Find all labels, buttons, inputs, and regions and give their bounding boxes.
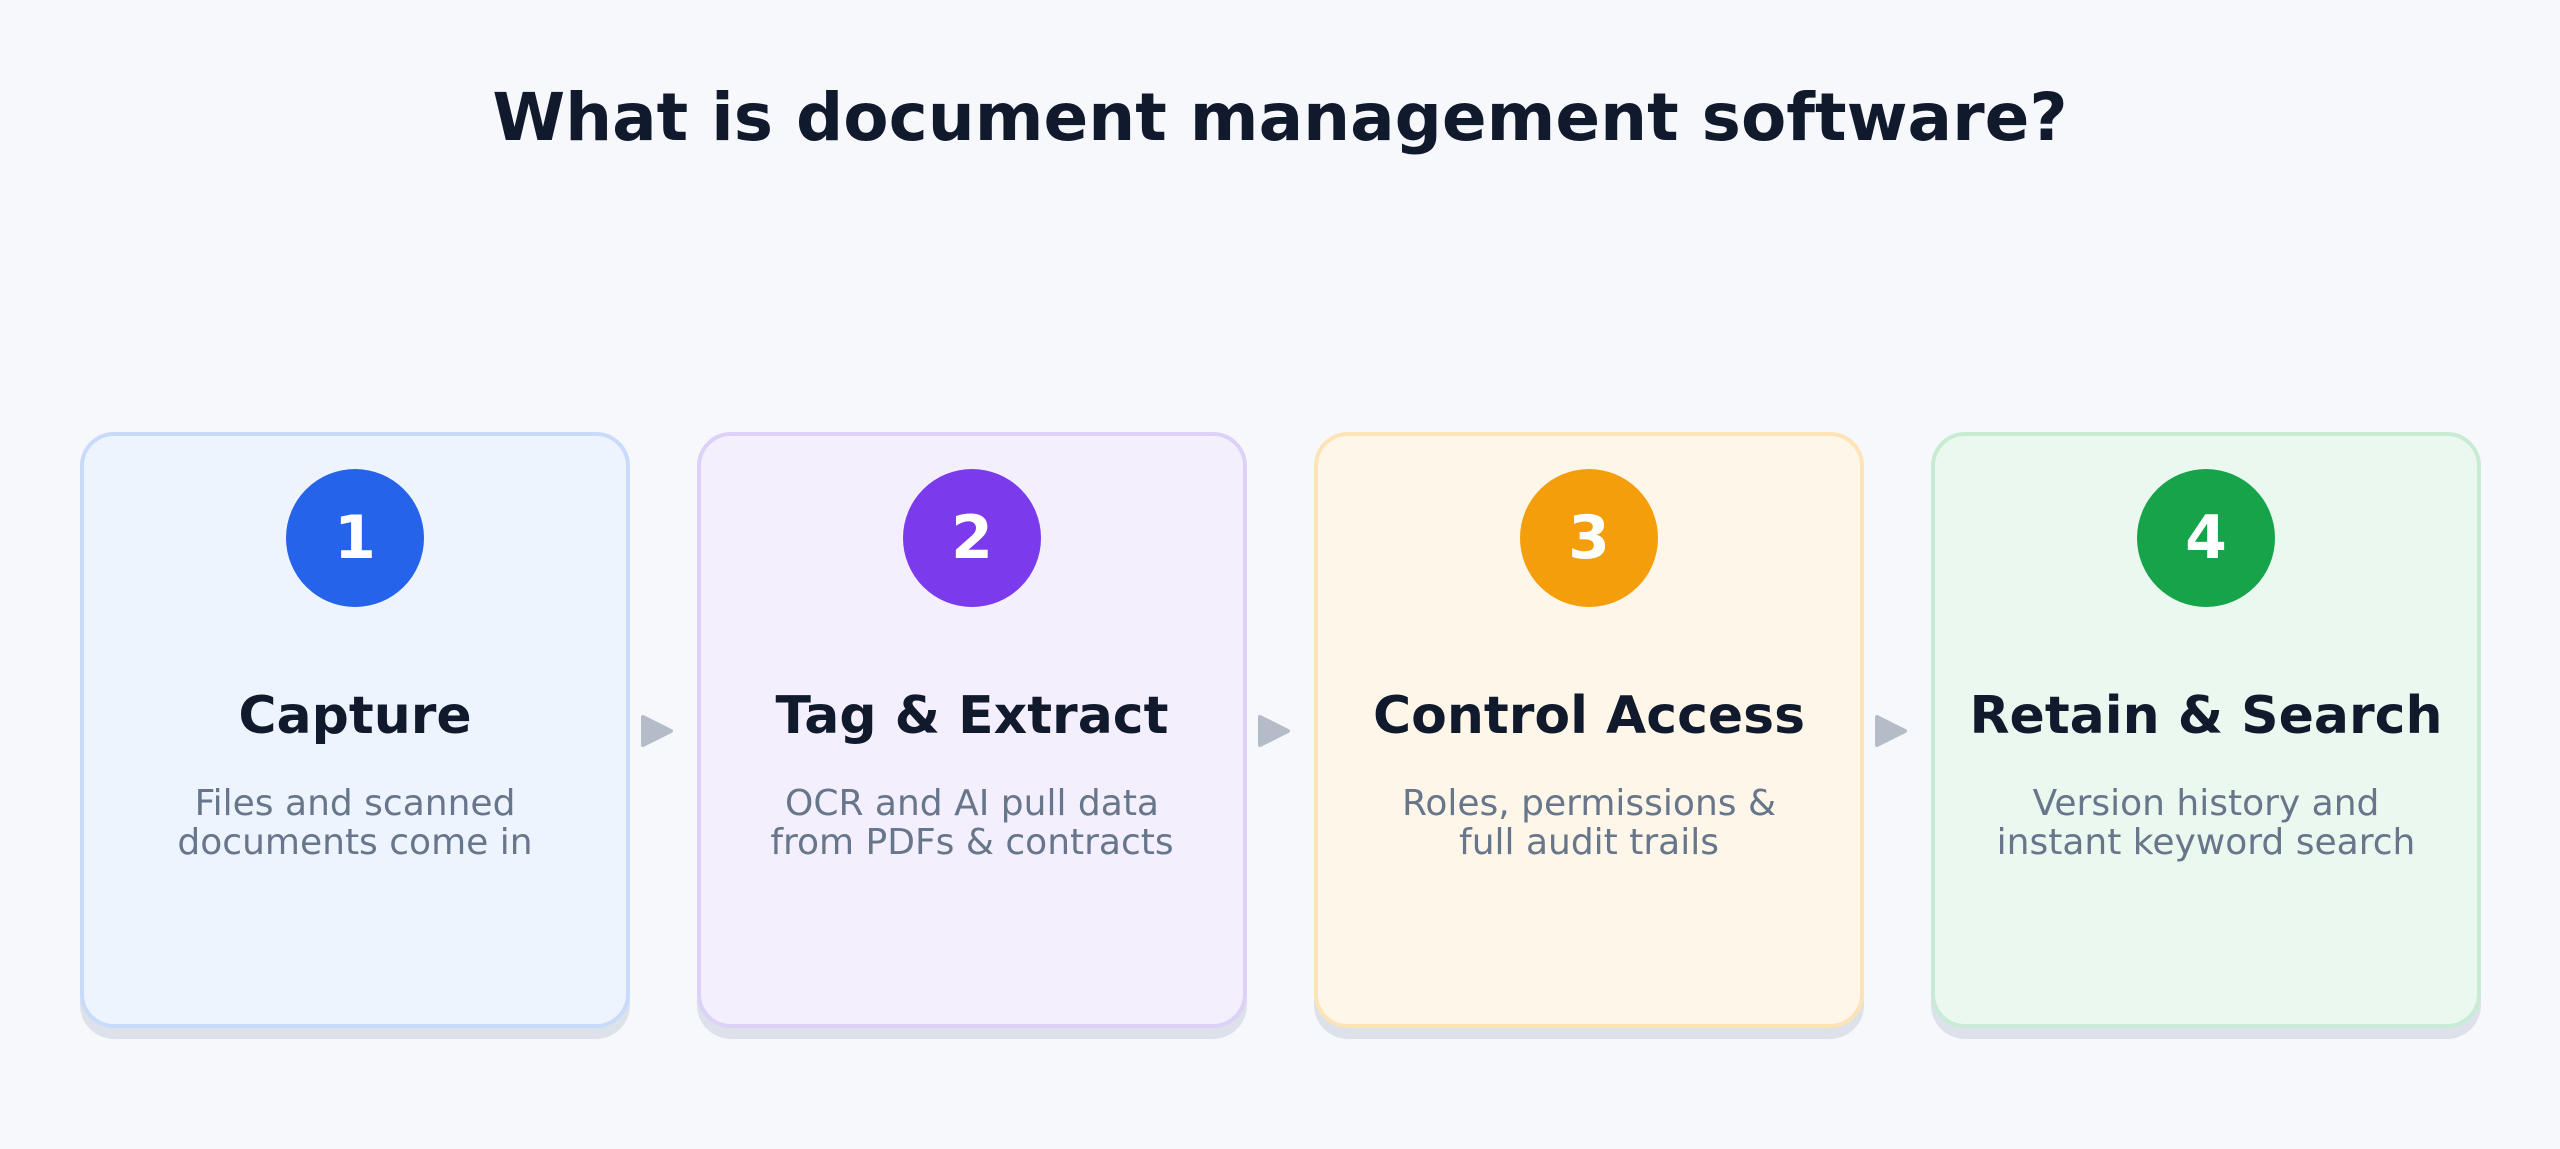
step-card-capture: 1 Capture Files and scanned documents co… xyxy=(80,432,630,1039)
step-description: OCR and AI pull data from PDFs & contrac… xyxy=(721,784,1223,862)
arrow-right-icon xyxy=(641,715,673,747)
step-description-line: from PDFs & contracts xyxy=(770,822,1174,863)
step-number-badge: 2 xyxy=(903,469,1041,607)
step-description: Roles, permissions & full audit trails xyxy=(1338,784,1840,862)
page-title: What is document management software? xyxy=(492,79,2068,156)
step-title: Retain & Search xyxy=(1969,686,2443,746)
step-description-line: Files and scanned xyxy=(194,783,516,824)
arrow-right-icon xyxy=(1875,715,1907,747)
step-description-line: Roles, permissions & xyxy=(1401,783,1777,824)
step-number-badge: 3 xyxy=(1520,469,1658,607)
step-description-line: OCR and AI pull data xyxy=(785,783,1159,824)
step-description: Files and scanned documents come in xyxy=(104,784,606,862)
step-card-tag-extract: 2 Tag & Extract OCR and AI pull data fro… xyxy=(697,432,1247,1039)
step-card-control-access: 3 Control Access Roles, permissions & fu… xyxy=(1314,432,1864,1039)
step-title: Control Access xyxy=(1372,686,1806,746)
step-number-badge: 1 xyxy=(286,469,424,607)
step-description-line: documents come in xyxy=(177,822,533,863)
step-description: Version history and instant keyword sear… xyxy=(1955,784,2457,862)
step-title: Capture xyxy=(238,686,472,746)
arrow-right-icon xyxy=(1258,715,1290,747)
step-card-retain-search: 4 Retain & Search Version history and in… xyxy=(1931,432,2481,1039)
step-title: Tag & Extract xyxy=(775,686,1169,746)
step-description-line: full audit trails xyxy=(1459,822,1719,863)
step-number-badge: 4 xyxy=(2137,469,2275,607)
step-description-line: instant keyword search xyxy=(1996,822,2416,863)
step-description-line: Version history and xyxy=(2032,783,2380,824)
